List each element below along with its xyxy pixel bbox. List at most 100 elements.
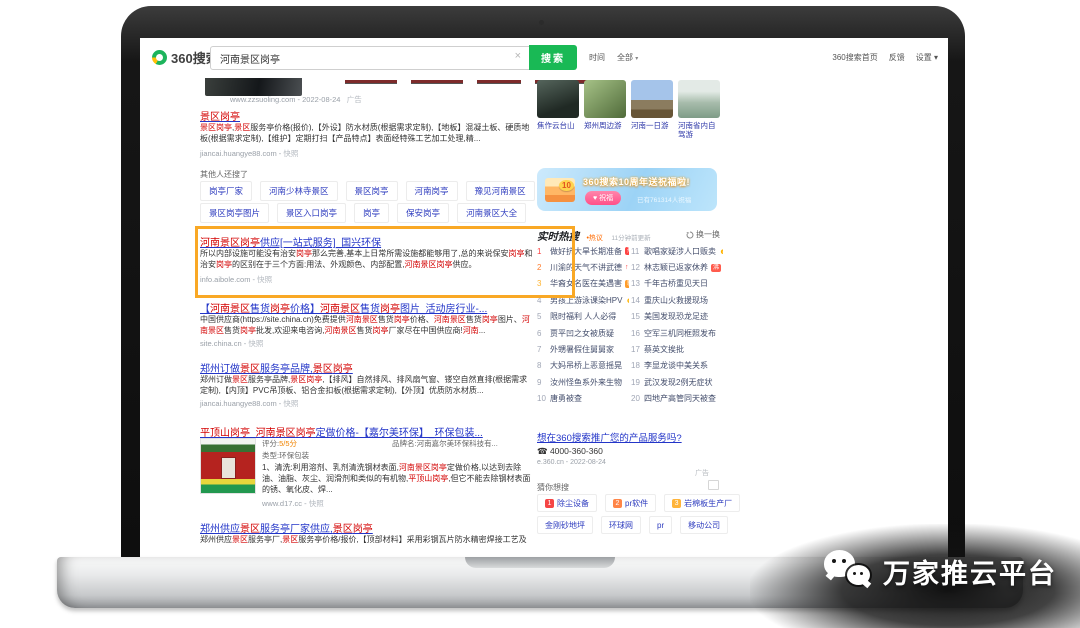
snapshot-link[interactable]: 快照 <box>283 399 298 408</box>
filter-time[interactable]: 时间 <box>589 52 605 63</box>
result-type: 类型:环保包装 <box>262 450 309 461</box>
ad-label: 广告 <box>347 95 362 104</box>
hot-search-item[interactable]: 6贾平凹之女被质疑 <box>537 325 629 341</box>
related-tag[interactable]: 岗亭厂家 <box>200 181 252 201</box>
hot-search-item[interactable]: 16空军三机同框照发布 <box>631 325 723 341</box>
related-tag[interactable]: 河南景区大全 <box>457 203 526 223</box>
hot-search-item[interactable]: 13千年古桥重见天日 <box>631 276 723 292</box>
image-thumbnail-henan-self-drive[interactable] <box>678 80 720 118</box>
link-feedback[interactable]: 反馈 <box>889 52 905 63</box>
hot-search-item[interactable]: 18李显龙谈中美关系 <box>631 358 723 374</box>
image-thumbnail-zhengzhou-trip[interactable] <box>584 80 626 118</box>
clear-icon[interactable]: × <box>515 50 521 62</box>
related-tag[interactable]: 河南岗亭 <box>406 181 458 201</box>
redacted-link-stub[interactable] <box>345 80 397 84</box>
related-tag[interactable]: 河南少林寺景区 <box>260 181 338 201</box>
guess-tag[interactable]: 环球网 <box>601 516 641 534</box>
bless-count: 已有761314人祝福 <box>637 194 691 204</box>
result-title-link[interactable]: 郑州供应景区服务亭厂家供应,景区岗亭 <box>200 520 373 535</box>
result-url: info.aibole.com - 快照 <box>200 274 272 285</box>
hot-search-item[interactable]: 3华裔女名医在美遇害新 <box>537 276 629 292</box>
link-settings[interactable]: 设置 ▾ <box>916 52 938 63</box>
hot-search-item[interactable]: 2川渝的天气不讲武德↑ <box>537 259 629 275</box>
guess-tag[interactable]: pr <box>649 516 672 534</box>
refresh-button[interactable]: 换一换 <box>686 229 720 240</box>
redacted-link-stub[interactable] <box>411 80 463 84</box>
image-thumbnail-henan-day-tour[interactable] <box>631 80 673 118</box>
snapshot-link[interactable]: 快照 <box>283 149 298 158</box>
image-caption[interactable]: 河南省内自驾游 <box>678 121 720 139</box>
feedback-icon[interactable] <box>708 480 719 490</box>
guess-tag[interactable]: 移动公司 <box>680 516 728 534</box>
hot-search-item[interactable]: 9汝州怪鱼系外来生物 <box>537 374 629 390</box>
related-tag[interactable]: 景区岗亭 <box>346 181 398 201</box>
image-thumbnail-yuntai-mountain[interactable] <box>537 80 579 118</box>
hot-updated-time: 11分钟前更新 <box>611 235 650 242</box>
guess-tag[interactable]: 3岩棉板生产厂 <box>664 494 740 512</box>
link-360-home[interactable]: 360搜索首页 <box>832 52 877 63</box>
image-caption[interactable]: 河南一日游 <box>631 121 673 130</box>
rank-badge: 3 <box>672 499 681 508</box>
anniversary-banner[interactable]: 10 360搜索10周年送祝福啦! ♥ 祝福 已有761314人祝福 <box>537 168 717 211</box>
redacted-link-stub[interactable] <box>477 80 521 84</box>
logo-360-search[interactable]: 360搜索 <box>152 48 219 67</box>
browser-screen: 360搜索 河南景区岗亭 × 搜索 时间 全部 ▾ 360搜索首页 反馈 设置 … <box>140 38 948 557</box>
bless-button[interactable]: ♥ 祝福 <box>585 191 621 205</box>
refresh-icon <box>686 231 694 239</box>
guess-tag[interactable]: 1除尘设备 <box>537 494 597 512</box>
logo-360-icon <box>152 50 167 65</box>
related-tag[interactable]: 景区岗亭图片 <box>200 203 269 223</box>
related-tag[interactable]: 岗亭 <box>354 203 389 223</box>
hot-search-item[interactable]: 1做好抗大旱长期准备热 <box>537 243 629 259</box>
hot-search-item[interactable]: 8大妈吊桥上恶意摇晃 <box>537 358 629 374</box>
search-input[interactable]: 河南景区岗亭 × <box>210 46 530 70</box>
result-title-link[interactable]: 河南景区岗亭供应[一站式服务]_国兴环保 <box>200 234 381 249</box>
hot-search-item[interactable]: 19武汉发现2例无症状 <box>631 374 723 390</box>
related-tag[interactable]: 保安岗亭 <box>397 203 449 223</box>
guess-tag[interactable]: 金刚砂地坪 <box>537 516 593 534</box>
result-description: 中国供应商(https://site.china.cn)免费提供河南景区售货岗亭… <box>200 314 532 336</box>
image-card[interactable]: 河南省内自驾游 <box>678 80 720 139</box>
result-thumbnail-kiosk[interactable] <box>200 438 256 494</box>
result-title-link[interactable]: 郑州订做景区服务亭品牌,景区岗亭 <box>200 360 353 375</box>
hot-search-item[interactable]: 10唐勇被查 <box>537 391 629 407</box>
watermark-brand-text: 万家推云平台 <box>883 552 1057 591</box>
snapshot-link[interactable]: 快照 <box>309 499 324 508</box>
result-url: jiancai.huangye88.com - 快照 <box>200 398 298 409</box>
image-caption[interactable]: 焦作云台山 <box>537 121 579 130</box>
snapshot-link[interactable]: 快照 <box>248 339 263 348</box>
hot-search-item[interactable]: 7外甥暑假住舅舅家 <box>537 341 629 357</box>
hot-search-item[interactable]: 20四地产高管同天被查 <box>631 391 723 407</box>
result-title-link[interactable]: 景区岗亭 <box>200 108 240 123</box>
related-tag[interactable]: 景区入口岗亭 <box>277 203 346 223</box>
hot-badge: 热 <box>625 247 629 255</box>
search-button[interactable]: 搜索 <box>529 45 577 70</box>
hot-search-item[interactable]: 5限时福利 人人必得 <box>537 309 629 325</box>
result-description: 1、清洗:利用溶剂、乳剂清洗钢材表面,河南景区岗亭定做价格,以达到去除油、油脂、… <box>262 462 532 495</box>
cake-number: 10 <box>559 180 574 191</box>
result-brand: 品牌名:河南嘉尔美环保科技有... <box>392 438 498 449</box>
image-results-row: 焦作云台山 郑州周边游 河南一日游 河南省内自驾游 <box>537 80 720 139</box>
hot-search-item[interactable]: 12林志颖已返家休养沸 <box>631 259 723 275</box>
hot-search-item[interactable]: 4男孩上游泳课染HPV☻ <box>537 292 629 308</box>
image-card[interactable]: 郑州周边游 <box>584 80 626 139</box>
result-title-link[interactable]: 【河南景区售货岗亭价格】河南景区售货岗亭图片_活动房行业-... <box>200 300 487 315</box>
result-title-link[interactable]: 平顶山岗亭_河南景区岗亭定做价格-【嘉尔美环保】_环保包装... <box>200 424 483 439</box>
hot-search-item[interactable]: 14重庆山火救援现场 <box>631 292 723 308</box>
promo-ad-title-link[interactable]: 想在360搜索推广您的产品服务吗? <box>537 430 682 444</box>
hot-search-title: 实时热搜 <box>537 231 579 243</box>
image-card[interactable]: 河南一日游 <box>631 80 673 139</box>
result-url: www.zzsuoling.com - 2022-08-24 广告 <box>230 94 362 105</box>
related-tag[interactable]: 豫见河南景区 <box>466 181 535 201</box>
guess-tag[interactable]: 2pr软件 <box>605 494 656 512</box>
hot-search-item[interactable]: 15美国发现恐龙足迹 <box>631 309 723 325</box>
filter-scope[interactable]: 全部 ▾ <box>617 52 638 63</box>
image-caption[interactable]: 郑州周边游 <box>584 121 626 130</box>
hot-discussion-tag[interactable]: •热议 <box>586 235 602 242</box>
stage: 360搜索 河南景区岗亭 × 搜索 时间 全部 ▾ 360搜索首页 反馈 设置 … <box>0 0 1080 628</box>
hot-search-item[interactable]: 17蔡英文挨批 <box>631 341 723 357</box>
snapshot-link[interactable]: 快照 <box>257 275 272 284</box>
image-card[interactable]: 焦作云台山 <box>537 80 579 139</box>
hot-search-item[interactable]: 11歌唱家疑涉人口贩卖☻ <box>631 243 723 259</box>
banner-title: 360搜索10周年送祝福啦! <box>583 175 690 188</box>
